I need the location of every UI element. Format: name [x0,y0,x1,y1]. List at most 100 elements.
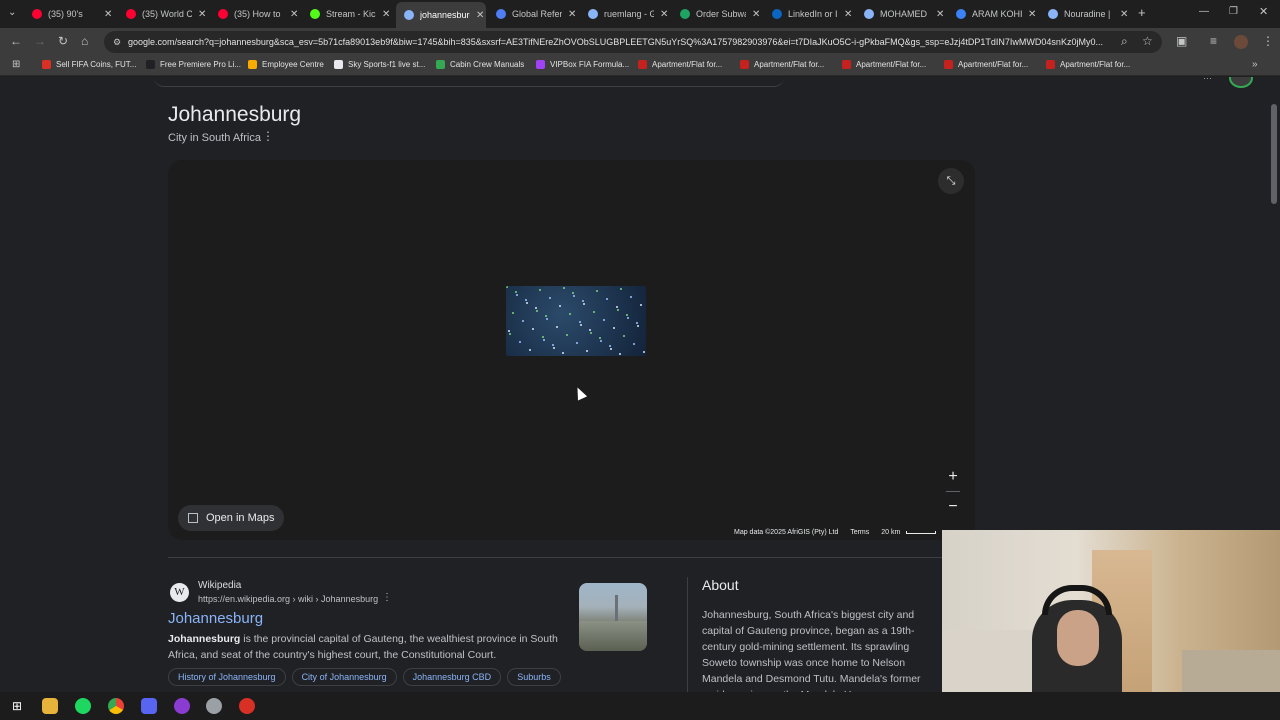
tab-11[interactable]: Nouradine | ✕ [1040,4,1130,24]
tab-close-icon[interactable]: ✕ [936,9,944,20]
search-box[interactable] [154,77,784,87]
result-title-link[interactable]: Johannesburg [168,610,263,627]
more-options-icon[interactable]: ⋮ [262,129,274,143]
file-explorer-icon[interactable] [42,698,58,714]
open-in-maps-button[interactable]: Open in Maps [178,505,285,531]
reload-icon[interactable]: ↻ [58,34,68,48]
close-window-button[interactable]: ✕ [1259,5,1268,18]
app-icon[interactable] [239,698,255,714]
map-tile[interactable] [506,286,646,356]
bookmark-10[interactable]: Apartment/Flat for... [1046,60,1130,69]
bookmark-6[interactable]: Apartment/Flat for... [638,60,722,69]
account-avatar[interactable] [1229,77,1253,88]
address-bar[interactable]: ⚙ google.com/search?q=johannesburg&sca_e… [104,31,1162,53]
map-marker-dot [516,294,518,296]
tab-close-icon[interactable]: ✕ [290,9,298,20]
tab-2[interactable]: (35) How to ✕ [210,4,300,24]
media-control-icon[interactable]: ≡ [1210,34,1217,48]
minimize-button[interactable]: — [1199,6,1209,17]
tab-close-icon[interactable]: ✕ [660,9,668,20]
extensions-icon[interactable]: ▣ [1176,34,1187,48]
bookmark-0[interactable]: Sell FIFA Coins, FUT... [42,60,136,69]
related-chip[interactable]: History of Johannesburg [168,668,286,686]
bookmark-star-icon[interactable]: ☆ [1142,34,1153,48]
map-attribution: Map data ©2025 AfriGIS (Pty) Ltd Terms 2… [734,529,946,536]
related-chip[interactable]: City of Johannesburg [291,668,397,686]
restore-button[interactable]: ❐ [1229,6,1238,17]
tab-close-icon[interactable]: ✕ [844,9,852,20]
tab-close-icon[interactable]: ✕ [1028,9,1036,20]
result-options-icon[interactable]: ⋮ [382,592,392,603]
tab-close-icon[interactable]: ✕ [1120,9,1128,20]
bookmark-1[interactable]: Free Premiere Pro Li... [146,60,241,69]
chrome-icon[interactable] [108,698,124,714]
tab-6[interactable]: ruemlang - G ✕ [580,4,670,24]
tab-close-icon[interactable]: ✕ [568,9,576,20]
tab-close-icon[interactable]: ✕ [104,9,112,20]
map-marker-dot [636,322,638,324]
tab-8[interactable]: LinkedIn or I ✕ [764,4,854,24]
tab-favicon-icon [496,9,506,19]
bookmark-9[interactable]: Apartment/Flat for... [944,60,1028,69]
map-marker-dot [545,315,547,317]
tab-1[interactable]: (35) World C ✕ [118,4,208,24]
map-marker-dot [563,287,565,289]
tab-favicon-icon [772,9,782,19]
bookmark-favicon-icon [740,60,749,69]
profile-avatar[interactable] [1234,35,1248,49]
tab-0[interactable]: (35) 90's ✕ [24,4,114,24]
tab-9[interactable]: MOHAMED ✕ [856,4,946,24]
more-bookmarks-icon[interactable]: » [1252,59,1258,70]
bookmark-5[interactable]: VIPBox FIA Formula... [536,60,629,69]
tab-favicon-icon [310,9,320,19]
collapse-map-icon[interactable]: ⤡ [938,168,964,194]
obs-icon[interactable] [174,698,190,714]
bookmark-2[interactable]: Employee Centre [248,60,324,69]
about-text: Johannesburg, South Africa's biggest cit… [702,609,921,692]
apps-grid-icon[interactable]: ⋯ [1203,77,1212,84]
related-chip[interactable]: Johannesburg CBD [402,668,502,686]
zoom-in-button[interactable]: + [942,467,964,487]
bookmark-7[interactable]: Apartment/Flat for... [740,60,824,69]
new-tab-button[interactable]: + [1138,5,1146,20]
bookmark-3[interactable]: Sky Sports-f1 live st... [334,60,425,69]
discord-icon[interactable] [141,698,157,714]
bookmarks-bar: ⊞ Sell FIFA Coins, FUT... Free Premiere P… [0,56,1280,76]
tab-3[interactable]: Stream - Kick ✕ [302,4,392,24]
forward-icon[interactable]: → [34,34,46,48]
tab-search-icon[interactable]: ⌄ [8,7,16,18]
apps-icon[interactable]: ⊞ [12,59,20,70]
map-marker-dot [542,336,544,338]
tab-5[interactable]: Global Refer ✕ [488,4,578,24]
menu-icon[interactable]: ⋮ [1262,34,1274,48]
back-icon[interactable]: ← [10,34,22,48]
map-marker-dot [532,328,534,330]
tab-close-icon[interactable]: ✕ [198,9,206,20]
tab-favicon-icon [588,9,598,19]
tab-10[interactable]: ARAM KOHI ✕ [948,4,1038,24]
tab-4[interactable]: johannesburg ✕ [396,2,486,28]
related-chip[interactable]: Suburbs [507,668,561,686]
bookmark-8[interactable]: Apartment/Flat for... [842,60,926,69]
map-marker-dot [529,349,531,351]
scroll-thumb[interactable] [1271,104,1277,204]
city-thumbnail[interactable] [579,583,647,651]
open-in-maps-label: Open in Maps [206,512,275,524]
zoom-icon[interactable]: ⌕ [1121,34,1128,49]
spotify-icon[interactable] [75,698,91,714]
tab-close-icon[interactable]: ✕ [382,9,390,20]
map-marker-dot [579,321,581,323]
map-marker-dot [573,295,575,297]
map-panel[interactable]: ⤡ + − Open in Maps Map data ©2025 AfriGI… [168,160,975,540]
bookmark-favicon-icon [1046,60,1055,69]
site-info-icon[interactable]: ⚙ [113,31,121,53]
tab-close-icon[interactable]: ✕ [752,9,760,20]
bookmark-4[interactable]: Cabin Crew Manuals [436,60,524,69]
tab-7[interactable]: Order Subwa ✕ [672,4,762,24]
home-icon[interactable]: ⌂ [81,34,88,48]
start-icon[interactable]: ⊞ [9,698,25,714]
zoom-out-button[interactable]: − [942,497,964,517]
map-terms-link[interactable]: Terms [850,529,869,536]
settings-icon[interactable] [206,698,222,714]
tab-close-icon[interactable]: ✕ [476,10,484,21]
